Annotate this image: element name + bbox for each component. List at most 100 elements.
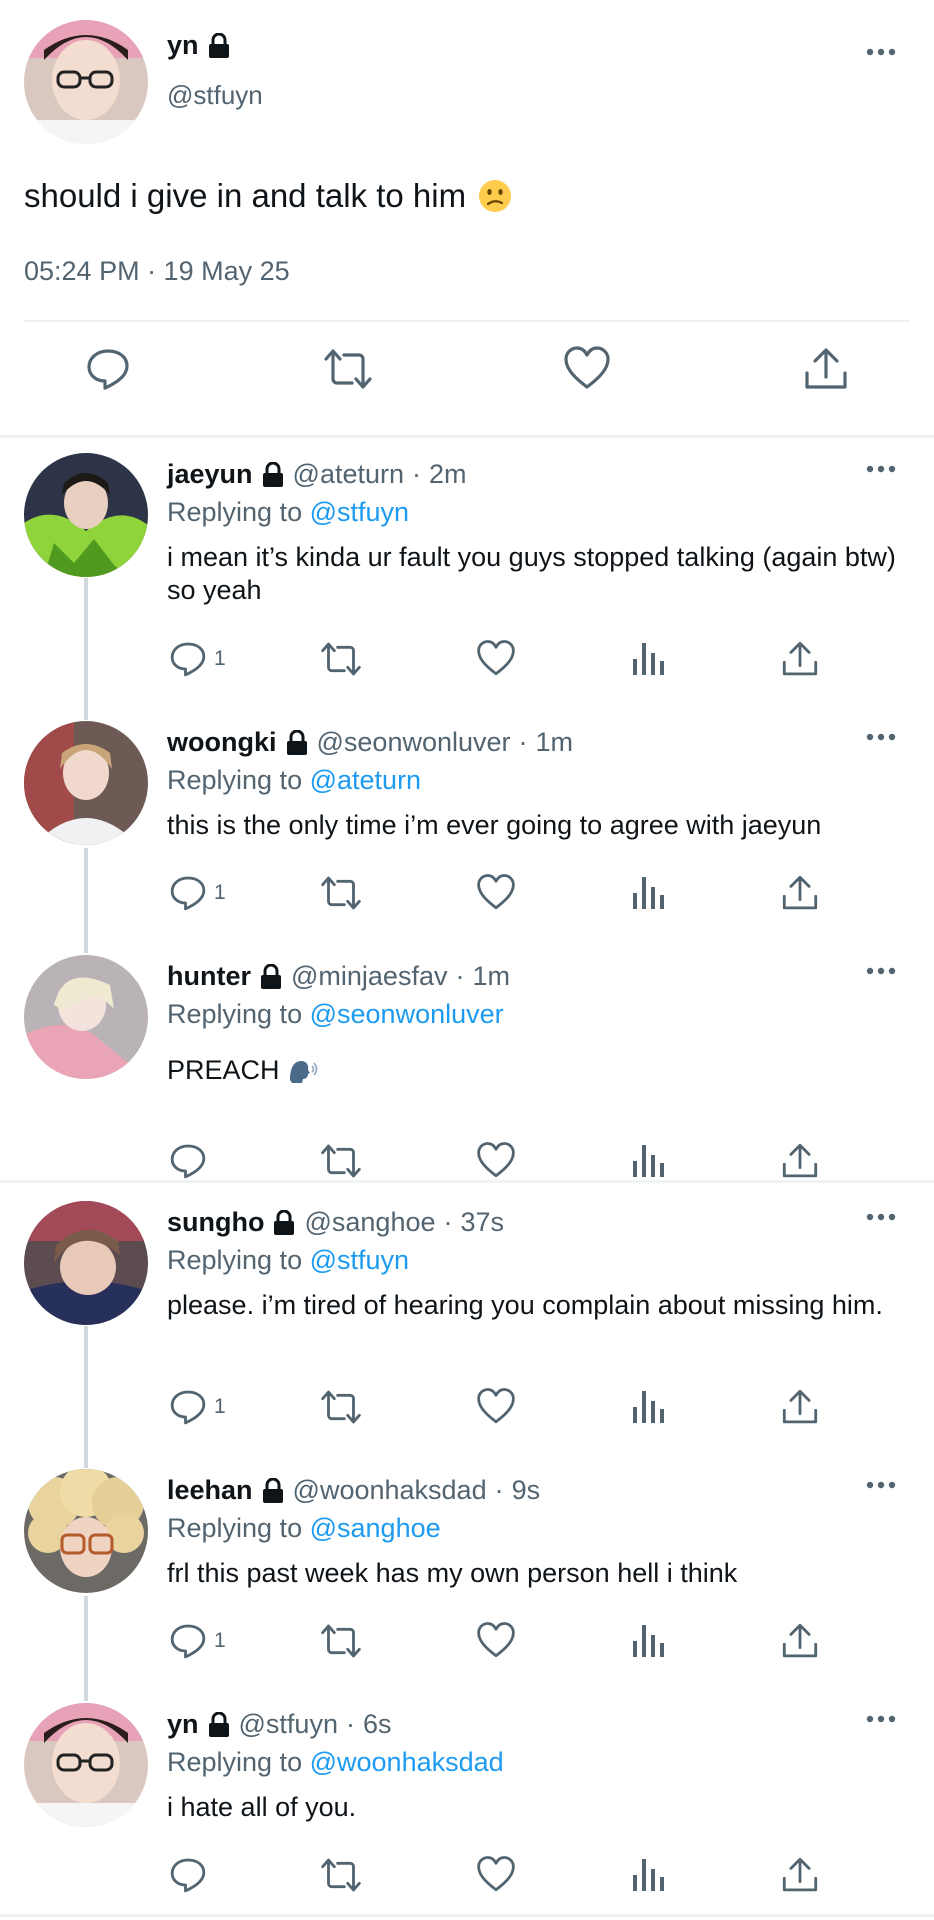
reply-button[interactable] — [168, 1141, 214, 1181]
retweet-icon[interactable] — [319, 639, 363, 679]
views-icon[interactable] — [631, 873, 665, 911]
reply-count: 1 — [214, 647, 226, 670]
confused-face-emoji — [479, 180, 512, 212]
author-handle[interactable]: @seonwonluver — [317, 727, 511, 758]
author-handle[interactable]: @stfuyn — [239, 1709, 338, 1740]
reply-header: jaeyun @ateturn · 2m — [167, 459, 467, 490]
reply-header: sungho @sanghoe · 37s — [167, 1207, 504, 1238]
reply-button[interactable]: 1 — [168, 639, 226, 679]
share-icon[interactable] — [781, 639, 819, 679]
author-handle[interactable]: @woonhaksdad — [293, 1475, 487, 1506]
reply-text: PREACH — [167, 1054, 907, 1087]
avatar[interactable] — [24, 721, 148, 845]
author-name[interactable]: hunter — [167, 961, 251, 992]
like-icon[interactable] — [476, 1855, 516, 1893]
author-handle[interactable]: @minjaesfav — [291, 961, 447, 992]
dot-separator: · — [455, 961, 465, 991]
reply-header: hunter @minjaesfav · 1m — [167, 961, 510, 992]
views-icon[interactable] — [631, 1855, 665, 1893]
share-icon[interactable] — [781, 1855, 819, 1895]
tweet-text: should i give in and talk to him — [24, 174, 512, 218]
reply-text: this is the only time i’m ever going to … — [167, 810, 822, 840]
retweet-icon[interactable] — [319, 1621, 363, 1661]
avatar[interactable] — [24, 1469, 148, 1593]
reply-icon — [170, 1390, 206, 1425]
avatar[interactable] — [24, 1201, 148, 1325]
author-name[interactable]: leehan — [167, 1475, 253, 1506]
more-icon[interactable] — [866, 1481, 896, 1489]
views-icon[interactable] — [631, 1387, 665, 1425]
retweet-icon[interactable] — [319, 1387, 363, 1427]
like-icon[interactable] — [476, 1621, 516, 1659]
more-icon[interactable] — [866, 1213, 896, 1221]
author-name[interactable]: sungho — [167, 1207, 264, 1238]
share-icon[interactable] — [781, 1387, 819, 1427]
divider — [24, 320, 910, 322]
more-icon[interactable] — [866, 967, 896, 975]
reply-text: i mean it’s kinda ur fault you guys stop… — [167, 542, 896, 605]
replying-to-link[interactable]: @woonhaksdad — [310, 1747, 504, 1777]
author-name[interactable]: yn — [167, 1709, 199, 1740]
dot-separator: · — [518, 727, 528, 757]
author-handle[interactable]: @ateturn — [293, 459, 404, 490]
lock-icon — [274, 1209, 295, 1235]
reply-age[interactable]: 2m — [429, 459, 467, 490]
avatar[interactable] — [24, 955, 148, 1079]
author-name[interactable]: jaeyun — [167, 459, 253, 490]
views-icon[interactable] — [631, 1621, 665, 1659]
share-icon[interactable] — [803, 345, 849, 393]
retweet-icon[interactable] — [319, 1141, 363, 1181]
reply-text: frl this past week has my own person hel… — [167, 1558, 738, 1588]
replying-to-link[interactable]: @stfuyn — [310, 497, 409, 527]
reply-icon — [170, 1144, 206, 1179]
lock-icon — [261, 963, 281, 989]
author-name[interactable]: woongki — [167, 727, 277, 758]
reply-age[interactable]: 6s — [363, 1709, 392, 1740]
share-icon[interactable] — [781, 1141, 819, 1181]
reply-age[interactable]: 1m — [472, 961, 510, 992]
reply-button[interactable]: 1 — [168, 1387, 226, 1427]
views-icon[interactable] — [631, 639, 665, 677]
reply-age[interactable]: 37s — [461, 1207, 505, 1238]
replying-to-link[interactable]: @ateturn — [310, 765, 421, 795]
replying-to: Replying to @woonhaksdad — [167, 1747, 504, 1777]
reply-button[interactable]: 1 — [168, 1621, 226, 1661]
share-icon[interactable] — [781, 873, 819, 913]
reply-count: 1 — [214, 1629, 226, 1652]
more-icon[interactable] — [866, 465, 896, 473]
author-name[interactable]: yn — [167, 30, 231, 61]
like-icon[interactable] — [476, 873, 516, 911]
replying-to-link[interactable]: @seonwonluver — [310, 999, 504, 1029]
reply-button[interactable] — [168, 1855, 214, 1895]
like-icon[interactable] — [476, 1141, 516, 1179]
reply-icon[interactable] — [84, 345, 132, 393]
replying-to: Replying to @sanghoe — [167, 1513, 441, 1543]
share-icon[interactable] — [781, 1621, 819, 1661]
reply-count: 1 — [214, 1395, 226, 1418]
more-icon[interactable] — [866, 48, 896, 56]
replying-to: Replying to @stfuyn — [167, 497, 410, 527]
reply-button[interactable]: 1 — [168, 873, 226, 913]
more-icon[interactable] — [866, 733, 896, 741]
retweet-icon[interactable] — [319, 1855, 363, 1895]
like-icon[interactable] — [563, 345, 611, 391]
avatar[interactable] — [24, 453, 148, 577]
avatar[interactable] — [24, 1703, 148, 1827]
author-handle[interactable]: @sanghoe — [304, 1207, 435, 1238]
retweet-icon[interactable] — [319, 873, 363, 913]
reply-age[interactable]: 9s — [512, 1475, 541, 1506]
replying-to-link[interactable]: @sanghoe — [310, 1513, 441, 1543]
more-icon[interactable] — [866, 1715, 896, 1723]
views-icon[interactable] — [631, 1141, 665, 1179]
reply-age[interactable]: 1m — [536, 727, 574, 758]
tweet-timestamp[interactable]: 05:24 PM · 19 May 25 — [24, 256, 290, 287]
dot-separator: · — [345, 1709, 355, 1739]
like-icon[interactable] — [476, 1387, 516, 1425]
avatar[interactable] — [24, 20, 148, 144]
retweet-icon[interactable] — [322, 345, 374, 393]
author-handle[interactable]: @stfuyn — [167, 80, 263, 111]
like-icon[interactable] — [476, 639, 516, 677]
replying-to-link[interactable]: @stfuyn — [310, 1245, 409, 1275]
reply-header: woongki @seonwonluver · 1m — [167, 727, 573, 758]
reply-actions — [0, 1141, 934, 1185]
